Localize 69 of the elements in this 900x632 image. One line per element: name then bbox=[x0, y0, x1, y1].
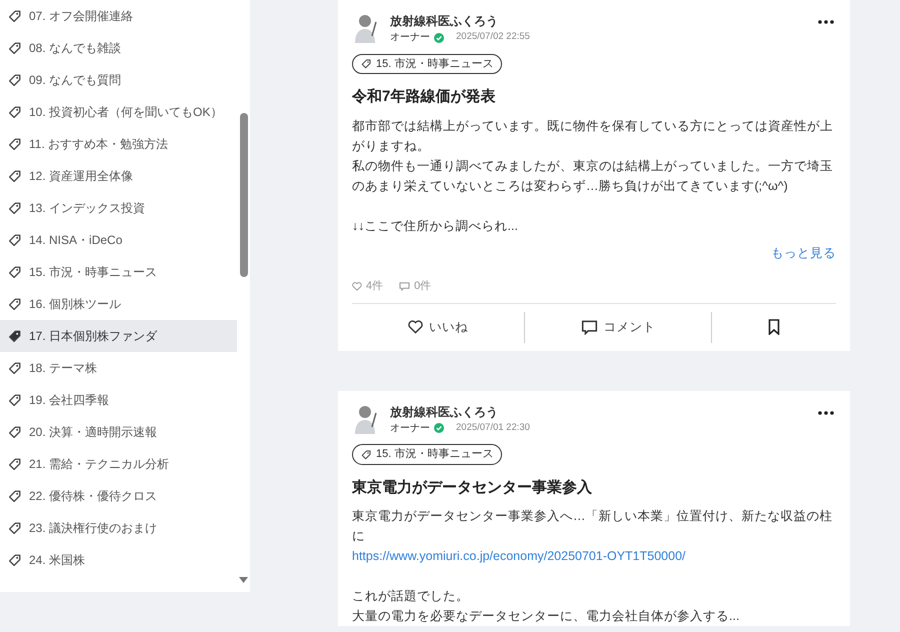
tag-icon bbox=[8, 522, 21, 534]
tag-icon bbox=[8, 554, 21, 566]
post-text: これが話題でした。 bbox=[352, 588, 470, 605]
tag-icon bbox=[8, 394, 21, 406]
tag-icon bbox=[8, 74, 21, 86]
tag-icon bbox=[8, 458, 21, 470]
sidebar-item[interactable]: 24. 米国株 bbox=[0, 544, 237, 576]
sidebar-item[interactable]: 19. 会社四季報 bbox=[0, 384, 237, 416]
comment-icon bbox=[399, 282, 410, 291]
tag-icon bbox=[8, 490, 21, 502]
sidebar-item[interactable]: 07. オフ会開催連絡 bbox=[0, 0, 237, 32]
more-options-icon[interactable] bbox=[816, 20, 836, 24]
sidebar-item[interactable]: 18. テーマ株 bbox=[0, 352, 237, 384]
tag-icon bbox=[361, 59, 371, 69]
like-count: 4件 bbox=[352, 278, 384, 295]
author-name[interactable]: 放射線科医ふくろう bbox=[390, 402, 808, 420]
heart-icon bbox=[352, 282, 362, 291]
tag-icon bbox=[8, 426, 21, 438]
sidebar-item[interactable]: 10. 投資初心者（何を聞いてもOK） bbox=[0, 96, 237, 128]
tag-icon bbox=[8, 138, 21, 150]
post-text: 都市部では結構上がっています。既に物件を保有している方にとっては資産性が上がりますね。 bbox=[352, 118, 834, 154]
tag-icon bbox=[8, 106, 21, 118]
sidebar-item[interactable]: 16. 個別株ツール bbox=[0, 288, 237, 320]
sidebar-item[interactable]: 23. 議決権行使のおまけ bbox=[0, 512, 237, 544]
article-link[interactable]: https://www.yomiuri.co.jp/economy/20250701-OYT1T50000/ bbox=[352, 546, 686, 566]
comment-count: 0件 bbox=[399, 278, 432, 295]
tag-icon bbox=[8, 202, 21, 214]
comment-icon bbox=[580, 320, 598, 335]
post-text: 私の物件も一通り調べてみましたが、東京のは結構上がっていました。一方で埼玉のあまり栄えていないところは変わらず…勝ち負けが出てきています(;^ω^) bbox=[352, 158, 834, 195]
sidebar-item[interactable]: 21. 需給・テクニカル分析 bbox=[0, 448, 237, 480]
sidebar-item[interactable]: 08. なんでも雑談 bbox=[0, 32, 237, 64]
tag-icon bbox=[361, 450, 371, 460]
category-tag[interactable]: 15. 市況・時事ニュース bbox=[352, 54, 502, 74]
tag-icon bbox=[8, 10, 21, 22]
tag-icon bbox=[8, 42, 21, 54]
sidebar-item[interactable]: 12. 資産運用全体像 bbox=[0, 160, 237, 192]
scrollbar-thumb[interactable] bbox=[240, 113, 248, 277]
sidebar-item[interactable]: 17. 日本個別株ファンダ bbox=[0, 320, 237, 352]
post-text: 大量の電力を必要なデータセンターに、電力会社自体が参入する... bbox=[352, 608, 740, 625]
comment-button[interactable]: コメント bbox=[568, 312, 668, 342]
tag-icon bbox=[8, 298, 21, 310]
category-tag[interactable]: 15. 市況・時事ニュース bbox=[352, 444, 502, 465]
post-text: 東京電力がデータセンター事業参入へ…「新しい本業」位置付け、新たな収益の柱に bbox=[352, 508, 834, 545]
post-title[interactable]: 令和7年路線価が発表 bbox=[352, 86, 836, 108]
sidebar-item[interactable]: 20. 決算・適時開示速報 bbox=[0, 416, 237, 448]
role-label: オーナー bbox=[390, 31, 430, 45]
sidebar-item[interactable]: 13. インデックス投資 bbox=[0, 192, 237, 224]
tag-icon bbox=[8, 234, 21, 246]
post-time: 2025/07/01 22:30 bbox=[456, 420, 530, 435]
tag-icon bbox=[8, 266, 21, 278]
sidebar-item[interactable]: 22. 優待株・優待クロス bbox=[0, 480, 237, 512]
sidebar-item[interactable]: 15. 市況・時事ニュース bbox=[0, 256, 237, 288]
bookmark-icon bbox=[768, 319, 780, 336]
sidebar-item[interactable]: 09. なんでも質問 bbox=[0, 64, 237, 96]
see-more-link[interactable]: もっと見る bbox=[771, 244, 836, 262]
like-button[interactable]: いいね bbox=[396, 312, 480, 342]
more-options-icon[interactable] bbox=[816, 410, 836, 414]
post-title[interactable]: 東京電力がデータセンター事業参入 bbox=[352, 476, 836, 499]
heart-icon bbox=[408, 320, 423, 334]
scroll-down-icon[interactable] bbox=[239, 577, 248, 583]
post-time: 2025/07/02 22:55 bbox=[456, 30, 530, 44]
tag-icon bbox=[8, 362, 21, 374]
post-text: ↓↓ここで住所から調べられ... bbox=[352, 218, 519, 234]
role-label: オーナー bbox=[390, 422, 430, 436]
sidebar-item[interactable]: 14. NISA・iDeCo bbox=[0, 224, 237, 256]
author-name[interactable]: 放射線科医ふくろう bbox=[390, 12, 808, 30]
tag-icon bbox=[8, 330, 21, 342]
sidebar-item[interactable]: 11. おすすめ本・勉強方法 bbox=[0, 128, 237, 160]
tag-icon bbox=[8, 170, 21, 182]
